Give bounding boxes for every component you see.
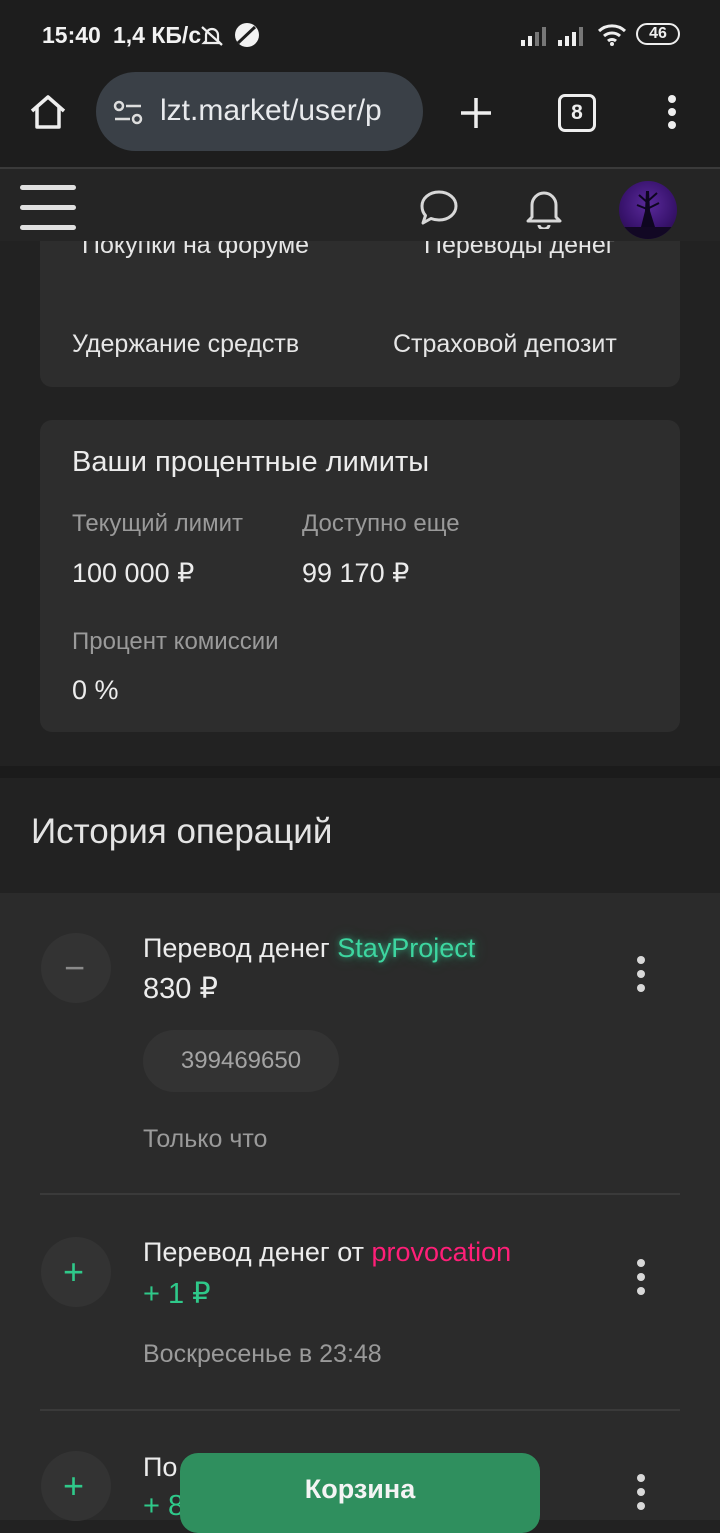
vpn-icon xyxy=(235,23,259,47)
cart-button[interactable]: Корзина xyxy=(180,1453,540,1533)
battery-level: 46 xyxy=(649,25,667,42)
operation-amount: + 8 xyxy=(143,1490,185,1522)
nav-money-transfers[interactable]: Переводы денег xyxy=(424,241,615,267)
url-text[interactable]: lzt.market/user/p xyxy=(160,94,382,128)
operation-amount: + 1 ₽ xyxy=(143,1278,211,1310)
operation-title-text: Перевод денег от xyxy=(143,1237,365,1267)
commission-value: 0 % xyxy=(72,675,119,705)
home-icon[interactable] xyxy=(28,93,68,131)
plus-icon: + xyxy=(63,1465,85,1506)
site-settings-icon[interactable] xyxy=(113,100,143,126)
nav-insurance-deposit[interactable]: Страховой депозит xyxy=(393,330,617,359)
current-limit-value: 100 000 ₽ xyxy=(72,558,195,588)
chat-icon[interactable] xyxy=(419,189,459,227)
more-icon[interactable] xyxy=(666,94,678,130)
operation-time: Воскресенье в 23:48 xyxy=(143,1340,382,1368)
operation-title-text: Перевод денег xyxy=(143,933,330,963)
commission-label: Процент комиссии xyxy=(72,628,279,655)
available-value: 99 170 ₽ xyxy=(302,558,410,588)
battery-icon: 46 xyxy=(636,23,680,45)
avatar[interactable] xyxy=(619,181,677,239)
nav-money-transfers-label: Переводы денег xyxy=(424,241,615,259)
operation-title: По xyxy=(143,1452,178,1482)
operation-title: Перевод денег StayProject xyxy=(143,933,475,964)
user-link[interactable]: provocation xyxy=(372,1237,512,1267)
history-list xyxy=(0,893,720,1520)
user-link[interactable]: StayProject xyxy=(337,933,475,963)
status-net-speed: 1,4 КБ/с xyxy=(113,22,202,48)
operation-id-chip[interactable]: 399469650 xyxy=(143,1030,339,1092)
status-time: 15:40 xyxy=(42,22,101,48)
signal-icon xyxy=(558,27,583,46)
tab-count: 8 xyxy=(571,101,583,124)
divider xyxy=(40,1409,680,1411)
wifi-icon xyxy=(597,24,627,46)
status-bar: 15:40 1,4 КБ/с 46 xyxy=(0,0,720,68)
nav-hold-funds[interactable]: Удержание средств xyxy=(72,330,299,359)
operation-menu-icon[interactable] xyxy=(637,956,645,998)
minus-icon: − xyxy=(64,947,86,988)
operation-time: Только что xyxy=(143,1125,268,1153)
tabs-icon[interactable]: 8 xyxy=(558,94,596,132)
operation-menu-icon[interactable] xyxy=(637,1474,645,1516)
section-separator xyxy=(0,766,720,778)
new-tab-icon[interactable] xyxy=(458,95,494,131)
nav-forum-purchases[interactable]: Покупки на форуме xyxy=(82,241,309,267)
operation-menu-icon[interactable] xyxy=(637,1259,645,1301)
divider xyxy=(40,1193,680,1195)
operation-title: Перевод денег от provocation xyxy=(143,1237,511,1268)
menu-icon[interactable] xyxy=(20,185,76,231)
operation-amount: 830 ₽ xyxy=(143,973,218,1005)
site-header xyxy=(0,169,720,241)
signal-icon xyxy=(521,27,546,46)
history-title: История операций xyxy=(31,812,333,851)
available-label: Доступно еще xyxy=(302,510,460,537)
browser-toolbar: lzt.market/user/p 8 xyxy=(0,68,720,169)
nav-forum-purchases-label: Покупки на форуме xyxy=(82,241,310,259)
current-limit-label: Текущий лимит xyxy=(72,510,243,537)
mute-bell-icon xyxy=(201,26,223,46)
avatar-image xyxy=(619,191,677,239)
plus-icon: + xyxy=(63,1251,85,1292)
limits-title: Ваши процентные лимиты xyxy=(72,446,430,478)
address-bar[interactable]: lzt.market/user/p xyxy=(96,72,423,151)
limits-card: Ваши процентные лимиты Текущий лимит 100… xyxy=(40,420,680,732)
bell-icon[interactable] xyxy=(524,187,564,229)
